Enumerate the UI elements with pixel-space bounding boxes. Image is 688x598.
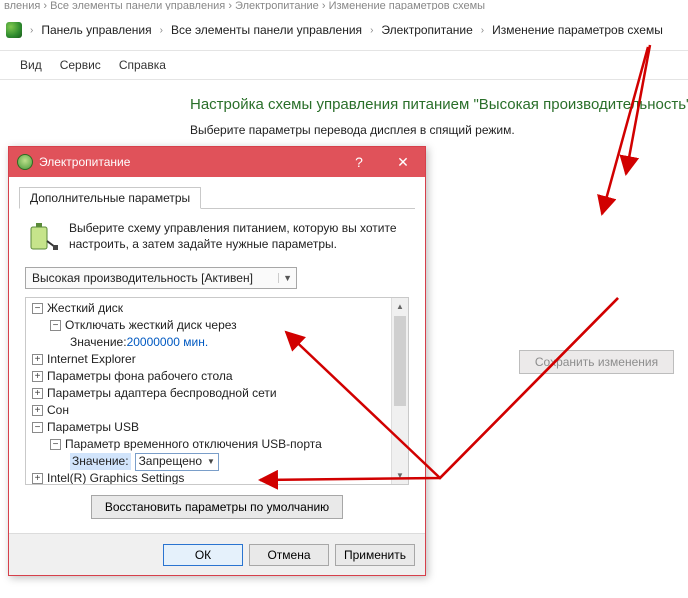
dialog-title-text: Электропитание (39, 155, 130, 169)
power-icon (17, 154, 33, 170)
breadcrumb-control-panel[interactable]: Панель управления (39, 20, 153, 40)
power-scheme-value: Высокая производительность [Активен] (32, 271, 253, 285)
dialog-prompt: Выберите схему управления питанием, кото… (69, 221, 409, 252)
menu-help[interactable]: Справка (119, 58, 166, 72)
power-options-dialog: Электропитание ? ✕ Дополнительные параме… (8, 146, 426, 576)
tree-ie[interactable]: +Internet Explorer (26, 351, 408, 368)
ok-button[interactable]: ОК (163, 544, 243, 566)
breadcrumb-all-items[interactable]: Все элементы панели управления (169, 20, 364, 40)
power-scheme-select[interactable]: Высокая производительность [Активен] ▼ (25, 267, 297, 289)
cancel-button[interactable]: Отмена (249, 544, 329, 566)
dialog-button-row: ОК Отмена Применить (9, 533, 425, 575)
chevron-right-icon[interactable]: › (364, 25, 379, 36)
menu-service[interactable]: Сервис (60, 58, 101, 72)
usb-suspend-dropdown[interactable]: Запрещено▼ (135, 453, 219, 471)
help-button[interactable]: ? (337, 147, 381, 177)
tree-hard-disk-off-value[interactable]: Значение: 20000000 мин. (26, 334, 408, 351)
battery-plug-icon (25, 221, 59, 255)
dialog-titlebar[interactable]: Электропитание ? ✕ (9, 147, 425, 177)
tree-usb-suspend[interactable]: −Параметр временного отключения USB-порт… (26, 436, 408, 453)
scroll-thumb[interactable] (394, 316, 406, 406)
tree-intel-graphics[interactable]: +Intel(R) Graphics Settings (26, 470, 408, 484)
page-subtitle: Выберите параметры перевода дисплея в сп… (190, 123, 688, 137)
tab-advanced[interactable]: Дополнительные параметры (19, 187, 201, 209)
restore-defaults-button[interactable]: Восстановить параметры по умолчанию (91, 495, 343, 519)
apply-button[interactable]: Применить (335, 544, 415, 566)
tree-usb-suspend-value[interactable]: Значение: Запрещено▼ (26, 453, 408, 470)
tree-hard-disk-off[interactable]: −Отключать жесткий диск через (26, 317, 408, 334)
scroll-up-icon[interactable]: ▲ (392, 298, 408, 315)
chevron-down-icon: ▼ (278, 273, 292, 283)
tree-sleep[interactable]: +Сон (26, 402, 408, 419)
scroll-down-icon[interactable]: ▼ (392, 467, 408, 484)
chevron-right-icon[interactable]: › (154, 25, 169, 36)
control-panel-icon (6, 22, 22, 38)
chevron-right-icon[interactable]: › (475, 25, 490, 36)
chevron-down-icon: ▼ (207, 453, 215, 470)
tree-usb[interactable]: −Параметры USB (26, 419, 408, 436)
tree-hard-disk[interactable]: −Жесткий диск (26, 300, 408, 317)
breadcrumb: › Панель управления › Все элементы панел… (0, 16, 688, 44)
page-title: Настройка схемы управления питанием "Выс… (190, 96, 688, 113)
chevron-right-icon[interactable]: › (24, 25, 39, 36)
tree-scrollbar[interactable]: ▲ ▼ (391, 298, 408, 484)
tree-desktop-bg[interactable]: +Параметры фона рабочего стола (26, 368, 408, 385)
breadcrumb-edit-plan[interactable]: Изменение параметров схемы (490, 20, 665, 40)
window-title-bar: вления › Все элементы панели управления … (0, 0, 688, 10)
settings-tree: −Жесткий диск −Отключать жесткий диск че… (25, 297, 409, 485)
close-button[interactable]: ✕ (381, 147, 425, 177)
menu-bar: Вид Сервис Справка (0, 50, 688, 80)
menu-view[interactable]: Вид (20, 58, 42, 72)
save-changes-button: Сохранить изменения (519, 350, 674, 374)
breadcrumb-power[interactable]: Электропитание (379, 20, 474, 40)
tab-bar: Дополнительные параметры (19, 185, 415, 209)
tree-wifi-adapter[interactable]: +Параметры адаптера беспроводной сети (26, 385, 408, 402)
